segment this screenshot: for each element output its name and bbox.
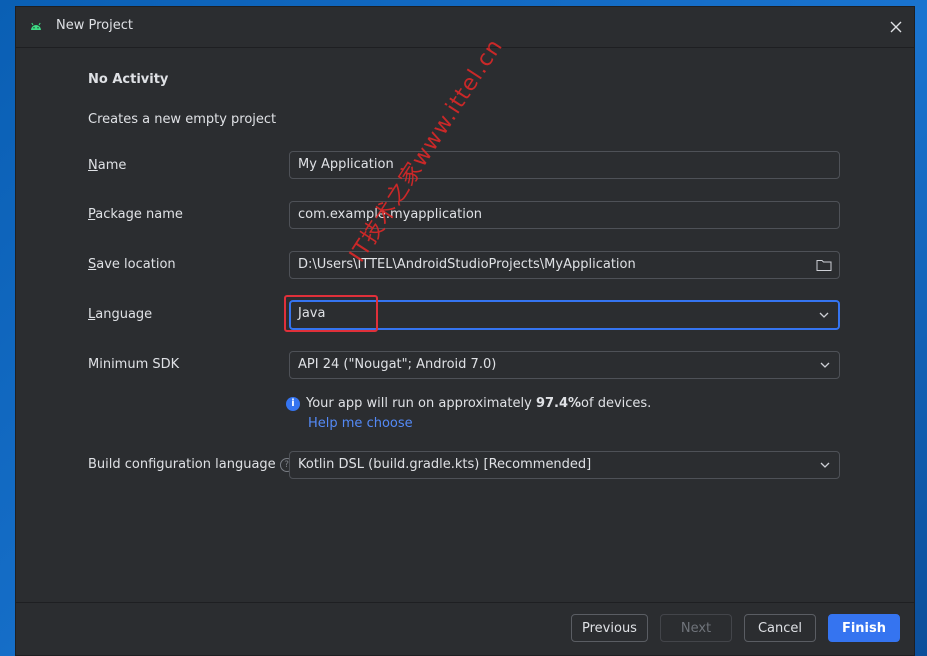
- chevron-down-icon: [820, 462, 830, 468]
- info-icon: i: [286, 396, 300, 411]
- new-project-dialog: New Project No Activity Creates a new em…: [15, 6, 915, 656]
- device-coverage-info: i Your app will run on approximately 97.…: [286, 396, 651, 411]
- close-icon: [890, 21, 902, 33]
- info-prefix: Your app will run on approximately: [306, 396, 532, 411]
- name-value: My Application: [298, 157, 394, 172]
- cancel-button[interactable]: Cancel: [744, 614, 816, 642]
- chevron-down-icon: [820, 362, 830, 368]
- android-icon: [31, 22, 41, 30]
- min-sdk-dropdown[interactable]: API 24 ("Nougat"; Android 7.0): [289, 351, 840, 379]
- save-location-value: D:\Users\ITTEL\AndroidStudioProjects\MyA…: [298, 257, 636, 272]
- previous-button[interactable]: Previous: [571, 614, 648, 642]
- dialog-footer: Previous Next Cancel Finish: [16, 602, 914, 655]
- info-percent: 97.4%: [535, 396, 582, 411]
- window-title: New Project: [56, 18, 133, 33]
- min-sdk-label: Minimum SDK: [88, 357, 180, 372]
- save-location-label-text: ave location: [96, 257, 176, 272]
- folder-icon[interactable]: [816, 258, 832, 272]
- template-heading: No Activity: [88, 72, 169, 87]
- package-name-field[interactable]: com.example.myapplication: [289, 201, 840, 229]
- language-dropdown[interactable]: Java: [289, 300, 840, 330]
- build-config-value: Kotlin DSL (build.gradle.kts) [Recommend…: [298, 457, 592, 472]
- title-bar: New Project: [16, 7, 914, 48]
- build-config-dropdown[interactable]: Kotlin DSL (build.gradle.kts) [Recommend…: [289, 451, 840, 479]
- dialog-content: No Activity Creates a new empty project …: [16, 48, 914, 603]
- finish-button[interactable]: Finish: [828, 614, 900, 642]
- info-suffix: of devices.: [581, 396, 652, 411]
- save-location-field[interactable]: D:\Users\ITTEL\AndroidStudioProjects\MyA…: [289, 251, 840, 279]
- save-location-label: Save location: [88, 257, 176, 272]
- next-button[interactable]: Next: [660, 614, 732, 642]
- build-config-label: Build configuration language?: [88, 457, 294, 472]
- package-label: Package name: [88, 207, 183, 222]
- name-label: Name: [88, 158, 126, 173]
- template-description: Creates a new empty project: [88, 112, 277, 127]
- chevron-down-icon: [819, 312, 829, 318]
- build-config-label-text: Build configuration language: [88, 457, 276, 472]
- language-label: Language: [88, 307, 152, 322]
- package-name-value: com.example.myapplication: [298, 207, 483, 222]
- close-button[interactable]: [886, 17, 906, 37]
- language-value: Java: [298, 306, 326, 321]
- help-me-choose-link[interactable]: Help me choose: [308, 416, 413, 431]
- name-label-mnemonic: N: [88, 158, 98, 173]
- package-label-text: ackage name: [95, 207, 183, 222]
- name-field[interactable]: My Application: [289, 151, 840, 179]
- min-sdk-value: API 24 ("Nougat"; Android 7.0): [298, 357, 497, 372]
- name-label-text: ame: [97, 158, 127, 173]
- language-label-text: anguage: [95, 307, 153, 322]
